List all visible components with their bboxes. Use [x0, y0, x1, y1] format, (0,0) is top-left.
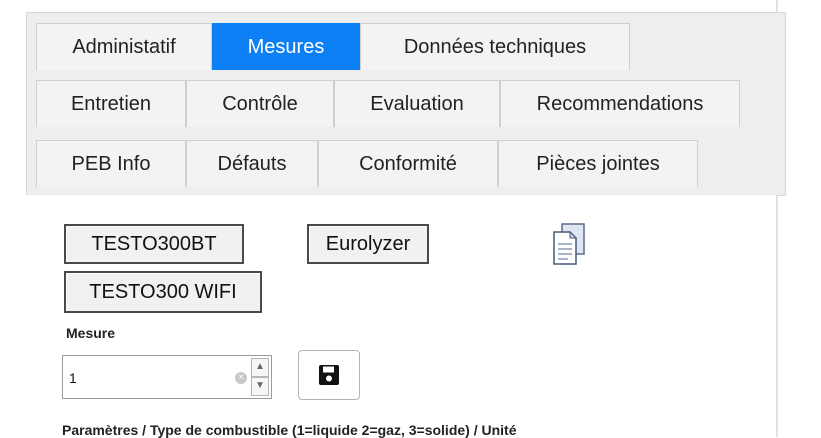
tab-conformite[interactable]: Conformité [318, 140, 498, 187]
mesure-label: Mesure [66, 325, 116, 341]
save-button[interactable] [298, 350, 360, 400]
tab-pieces-jointes[interactable]: Pièces jointes [498, 140, 698, 187]
tab-label: Conformité [359, 152, 457, 175]
chevron-up-icon[interactable]: ▲ [251, 358, 269, 377]
tab-label: PEB Info [71, 152, 151, 175]
chevron-down-icon[interactable]: ▼ [251, 377, 269, 396]
tab-donnees-techniques[interactable]: Données techniques [360, 23, 630, 70]
button-label: Eurolyzer [325, 232, 411, 255]
parametres-text: Paramètres / Type de combustible (1=liqu… [62, 422, 517, 438]
tab-defauts[interactable]: Défauts [186, 140, 318, 187]
clear-icon[interactable]: × [235, 372, 247, 384]
testo300wifi-button[interactable]: TESTO300 WIFI [64, 271, 262, 313]
testo300bt-button[interactable]: TESTO300BT [64, 224, 244, 264]
tab-label: Evaluation [370, 92, 464, 115]
mesure-spinner[interactable]: ▲ ▼ [251, 358, 269, 396]
eurolyzer-button[interactable]: Eurolyzer [307, 224, 429, 264]
tab-label: Contrôle [222, 92, 298, 115]
tab-label: Défauts [217, 152, 287, 175]
tab-label: Pièces jointes [536, 152, 660, 175]
tab-administatif[interactable]: Administatif [36, 23, 212, 70]
tab-label: Mesures [247, 35, 325, 58]
document-copy-icon[interactable] [552, 222, 586, 266]
tab-evaluation[interactable]: Evaluation [334, 80, 500, 127]
mesure-field[interactable]: × ▲ ▼ [62, 355, 272, 399]
tab-label: Administatif [72, 35, 176, 58]
tab-recommendations[interactable]: Recommendations [500, 80, 740, 127]
floppy-disk-icon [319, 365, 339, 385]
tab-label: Entretien [70, 92, 152, 115]
tab-peb-info[interactable]: PEB Info [36, 140, 186, 187]
mesure-input[interactable] [69, 368, 229, 388]
tab-mesures[interactable]: Mesures [212, 23, 360, 70]
button-label: TESTO300 WIFI [89, 280, 237, 303]
tab-entretien[interactable]: Entretien [36, 80, 186, 127]
tab-label: Données techniques [403, 35, 587, 58]
tab-label: Recommendations [536, 92, 704, 115]
tab-controle[interactable]: Contrôle [186, 80, 334, 127]
button-label: TESTO300BT [91, 232, 217, 255]
